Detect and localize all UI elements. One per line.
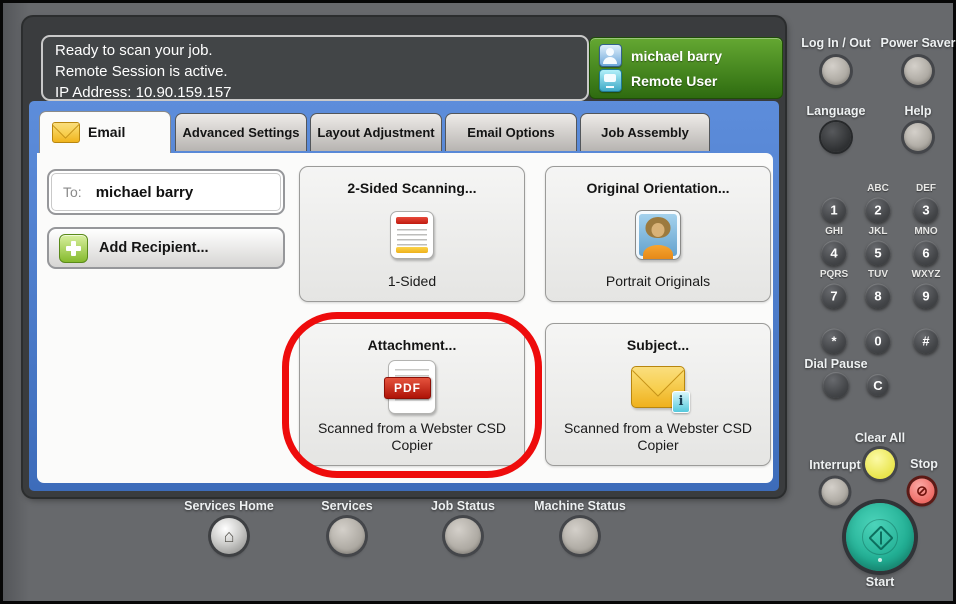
user-role: Remote User: [631, 72, 718, 89]
portrait-person-icon: [635, 209, 681, 260]
job-status-label: Job Status: [431, 499, 495, 513]
tab-layout-adjustment-label: Layout Adjustment: [317, 125, 435, 140]
services-home-label: Services Home: [184, 499, 274, 513]
pdf-document-icon: PDF: [384, 359, 436, 414]
tile-subject-value: Scanned from a Webster CSD Copier: [563, 420, 753, 453]
interrupt-button[interactable]: [821, 478, 849, 506]
log-in-out-button[interactable]: [822, 57, 850, 85]
keypad-letters-mno: MNO: [914, 226, 938, 237]
status-line-ready: Ready to scan your job.: [55, 42, 213, 59]
plus-icon: [59, 233, 88, 263]
email-tab-content: To: michael barry Add Recipient... 2-Sid…: [37, 153, 773, 483]
tab-email-options[interactable]: Email Options: [445, 113, 577, 151]
to-recipient-field[interactable]: To: michael barry: [47, 169, 285, 215]
tab-job-assembly[interactable]: Job Assembly: [580, 113, 710, 151]
machine-status-label: Machine Status: [534, 499, 626, 513]
services-label: Services: [321, 499, 373, 513]
tile-subject[interactable]: Subject... i Scanned from a Webster CSD …: [545, 323, 771, 466]
tab-email-label: Email: [88, 124, 126, 140]
to-value: michael barry: [95, 183, 194, 201]
tab-advanced-settings[interactable]: Advanced Settings: [175, 113, 307, 151]
user-name: michael barry: [631, 47, 723, 64]
home-icon: ⌂: [223, 525, 235, 546]
clear-all-button[interactable]: [865, 449, 895, 479]
tab-layout-adjustment[interactable]: Layout Adjustment: [310, 113, 442, 151]
services-home-button[interactable]: ⌂: [211, 518, 247, 554]
clear-button[interactable]: C: [867, 374, 889, 396]
one-sided-page-icon: [390, 210, 434, 259]
keypad-9[interactable]: 9: [913, 283, 939, 309]
keypad-letters-ghi: GHI: [825, 226, 843, 237]
interrupt-label: Interrupt: [809, 458, 861, 472]
to-label: To:: [63, 184, 82, 200]
keypad-2[interactable]: 2: [865, 197, 891, 223]
email-envelope-icon: [52, 122, 80, 143]
touchscreen: Ready to scan your job. Remote Session i…: [23, 17, 785, 497]
tile-orientation-title: Original Orientation...: [586, 180, 730, 196]
keypad-0[interactable]: 0: [865, 328, 891, 354]
tab-advanced-settings-label: Advanced Settings: [182, 125, 300, 140]
help-label: Help: [904, 104, 932, 118]
subject-envelope-icon: i: [631, 365, 690, 413]
tile-attachment-title: Attachment...: [367, 337, 457, 353]
tile-orientation-value: Portrait Originals: [605, 273, 711, 289]
add-recipient-label: Add Recipient...: [99, 240, 209, 256]
tile-2-sided-scanning[interactable]: 2-Sided Scanning... 1-Sided: [299, 166, 525, 302]
pdf-label: PDF: [384, 376, 431, 399]
status-line-session: Remote Session is active.: [55, 63, 228, 80]
tab-email[interactable]: Email: [39, 111, 171, 153]
copier-control-panel: Ready to scan your job. Remote Session i…: [0, 0, 956, 604]
power-saver-button[interactable]: [904, 57, 932, 85]
tile-attachment[interactable]: Attachment... PDF Scanned from a Webster…: [299, 323, 525, 466]
keypad-letters-tuv: TUV: [868, 269, 888, 280]
remote-user-icon: [599, 69, 622, 92]
stop-button[interactable]: ⊘: [909, 478, 935, 504]
start-button[interactable]: [846, 503, 914, 571]
keypad-letters-abc: ABC: [867, 183, 889, 194]
user-icon: [599, 44, 622, 67]
clear-all-label: Clear All: [854, 431, 906, 445]
help-button[interactable]: [904, 123, 932, 151]
tile-attachment-value: Scanned from a Webster CSD Copier: [317, 420, 507, 453]
services-button[interactable]: [329, 518, 365, 554]
keypad-pound[interactable]: #: [913, 328, 939, 354]
keypad-1[interactable]: 1: [821, 197, 847, 223]
keypad-7[interactable]: 7: [821, 283, 847, 309]
tile-2-sided-title: 2-Sided Scanning...: [347, 180, 477, 196]
tile-2-sided-value: 1-Sided: [387, 273, 437, 289]
add-recipient-button[interactable]: Add Recipient...: [47, 227, 285, 269]
keypad-letters-jkl: JKL: [868, 226, 888, 237]
machine-status-button[interactable]: [562, 518, 598, 554]
keypad-star[interactable]: *: [821, 328, 847, 354]
keypad-6[interactable]: 6: [913, 240, 939, 266]
logged-in-user-badge[interactable]: michael barry Remote User: [589, 37, 783, 99]
status-line-ip: IP Address: 10.90.159.157: [55, 84, 232, 101]
keypad-3[interactable]: 3: [913, 197, 939, 223]
info-icon: i: [672, 390, 690, 413]
tile-original-orientation[interactable]: Original Orientation... Portrait Origina…: [545, 166, 771, 302]
tab-job-assembly-label: Job Assembly: [601, 125, 689, 140]
email-service-panel: Email Advanced Settings Layout Adjustmen…: [29, 101, 779, 491]
dial-pause-button[interactable]: [823, 372, 849, 398]
power-saver-label: Power Saver: [880, 36, 956, 50]
keypad-letters-def: DEF: [916, 183, 936, 194]
start-label: Start: [865, 575, 895, 589]
keypad-5[interactable]: 5: [865, 240, 891, 266]
job-status-button[interactable]: [445, 518, 481, 554]
keypad-4[interactable]: 4: [821, 240, 847, 266]
dial-pause-label: Dial Pause: [804, 357, 868, 371]
tab-email-options-label: Email Options: [467, 125, 555, 140]
keypad-letters-pqrs: PQRS: [819, 269, 849, 280]
keypad-8[interactable]: 8: [865, 283, 891, 309]
language-button[interactable]: [821, 122, 851, 152]
status-message-area: Ready to scan your job. Remote Session i…: [41, 35, 589, 101]
keypad-letters-wxyz: WXYZ: [911, 269, 941, 280]
language-label: Language: [806, 104, 866, 118]
tile-subject-title: Subject...: [626, 337, 690, 353]
log-in-out-label: Log In / Out: [801, 36, 871, 50]
stop-icon: ⊘: [916, 482, 928, 499]
stop-label: Stop: [910, 457, 938, 471]
